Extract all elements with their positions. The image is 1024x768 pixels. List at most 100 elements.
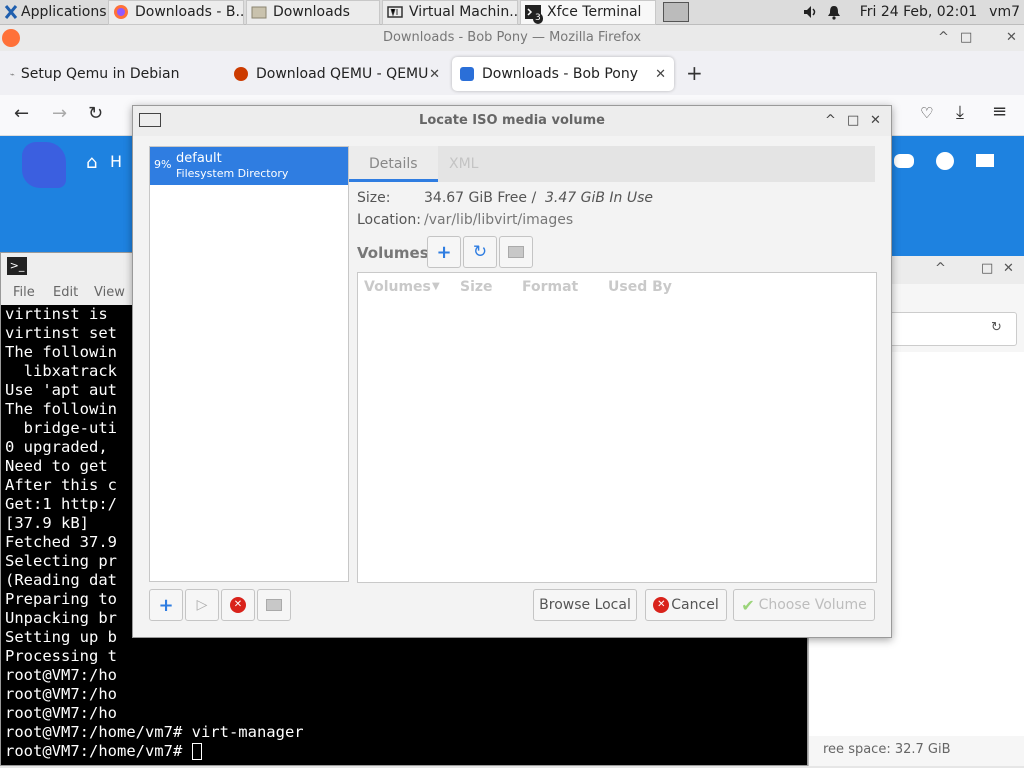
terminal-line: root@VM7:/home/vm7# virt-manager xyxy=(5,723,304,741)
workspace-icon xyxy=(663,2,689,22)
home-icon[interactable]: ⌂ xyxy=(86,152,97,173)
browse-local-button[interactable]: Browse Local xyxy=(533,589,637,621)
bob-pony-favicon-icon xyxy=(460,67,474,81)
pool-item-default[interactable]: 9% default Filesystem Directory xyxy=(150,147,348,185)
stop-pool-button[interactable]: ✕ xyxy=(221,589,255,621)
column-volumes[interactable]: Volumes xyxy=(364,279,431,295)
volume-icon[interactable] xyxy=(798,0,822,25)
dialog-minimize-icon[interactable]: ^ xyxy=(825,106,836,136)
tab-download-qemu[interactable]: Download QEMU - QEMU ✕ xyxy=(226,57,448,91)
virt-manager-icon xyxy=(387,4,403,20)
notification-bell-icon[interactable] xyxy=(822,0,850,25)
fm-close-icon[interactable]: ✕ xyxy=(1003,261,1014,276)
play-icon: ▷ xyxy=(196,597,208,613)
firefox-close-icon[interactable]: ✕ xyxy=(1006,25,1017,51)
column-format[interactable]: Format xyxy=(522,279,578,295)
dialog-close-icon[interactable]: ✕ xyxy=(870,106,881,136)
size-used-value: 3.47 GiB In Use xyxy=(545,190,654,206)
disk-delete-icon xyxy=(266,599,282,611)
task-label: Virtual Machin... xyxy=(409,4,518,20)
xfce-logo-icon xyxy=(4,4,18,20)
task-terminal[interactable]: 3 Xfce Terminal xyxy=(520,0,656,25)
volumes-label: Volumes xyxy=(357,244,429,262)
terminal-line: Processing t xyxy=(5,647,117,665)
new-tab-icon[interactable]: + xyxy=(686,61,703,85)
pool-details-pane: Details XML Size: 34.67 GiB Free / 3.47 … xyxy=(349,146,877,584)
tab-setup-qemu[interactable]: ⌁ Setup Qemu in Debian Li xyxy=(2,57,226,91)
terminal-line: root@VM7:/home/vm7# xyxy=(5,742,805,761)
delete-volume-button[interactable] xyxy=(499,236,533,268)
storage-pool-list: 9% default Filesystem Directory xyxy=(149,146,349,582)
disk-delete-icon xyxy=(508,246,524,258)
task-label: Downloads xyxy=(273,4,350,20)
firefox-maximize-icon[interactable]: □ xyxy=(960,25,972,51)
fm-minimize-icon[interactable]: ^ xyxy=(935,261,946,276)
discord-icon[interactable] xyxy=(894,154,914,168)
location-value: /var/lib/libvirt/images xyxy=(424,212,574,228)
tab-close-icon[interactable]: ✕ xyxy=(429,67,440,82)
task-firefox[interactable]: Downloads - B... xyxy=(108,0,244,25)
tab-xml[interactable]: XML xyxy=(429,146,498,182)
pocket-icon[interactable]: ♡ xyxy=(920,104,933,122)
choose-volume-label: Choose Volume xyxy=(758,597,867,613)
terminal-menu-file[interactable]: File xyxy=(13,285,35,300)
add-pool-button[interactable]: + xyxy=(149,589,183,621)
firefox-minimize-icon[interactable]: ^ xyxy=(938,25,949,51)
cancel-icon: ✕ xyxy=(653,597,670,613)
forward-icon[interactable]: → xyxy=(52,103,67,124)
choose-volume-button[interactable]: ✔ Choose Volume xyxy=(733,589,875,621)
back-icon[interactable]: ← xyxy=(14,103,29,124)
email-icon[interactable] xyxy=(976,154,994,167)
checkmark-icon: ✔ xyxy=(741,595,755,615)
refresh-volumes-button[interactable]: ↻ xyxy=(463,236,497,268)
task-badge: 3 xyxy=(533,12,543,24)
user-menu[interactable]: vm7 xyxy=(987,0,1024,25)
reload-icon[interactable]: ↻ xyxy=(88,103,103,124)
firefox-tabstrip: ⌁ Setup Qemu in Debian Li Download QEMU … xyxy=(0,51,1024,95)
tab-label: Setup Qemu in Debian Li xyxy=(20,66,181,82)
downloads-icon[interactable]: ⤓ xyxy=(956,102,964,123)
pool-usage-percent: 9% xyxy=(154,158,172,171)
delete-pool-button[interactable] xyxy=(257,589,291,621)
firefox-icon xyxy=(113,4,129,20)
dialog-titlebar: Locate ISO media volume ^ □ ✕ xyxy=(133,106,891,136)
start-pool-button[interactable]: ▷ xyxy=(185,589,219,621)
terminal-menu-edit[interactable]: Edit xyxy=(53,285,78,300)
sort-down-icon: ▼ xyxy=(432,281,440,292)
tab-close-icon[interactable]: ✕ xyxy=(655,67,666,82)
fm-free-space: ree space: 32.7 GiB xyxy=(823,742,951,757)
tab-downloads-bob-pony[interactable]: Downloads - Bob Pony ✕ xyxy=(452,57,674,91)
cancel-label: Cancel xyxy=(671,597,719,613)
terminal-menu-view[interactable]: View xyxy=(94,285,125,300)
size-free-value: 34.67 GiB Free / xyxy=(424,190,537,206)
pool-type: Filesystem Directory xyxy=(176,167,289,180)
plus-icon: + xyxy=(436,241,452,263)
task-label: Xfce Terminal xyxy=(547,4,642,20)
fm-maximize-icon[interactable]: □ xyxy=(981,261,993,276)
cancel-button[interactable]: ✕ Cancel xyxy=(645,589,727,621)
workspace-switcher[interactable] xyxy=(658,0,694,25)
terminal-line: root@VM7:/ho xyxy=(5,704,117,722)
task-file-manager[interactable]: Downloads xyxy=(246,0,380,25)
clock[interactable]: Fri 24 Feb, 02:01 xyxy=(850,0,987,25)
menu-icon[interactable]: ≡ xyxy=(992,101,1007,122)
applications-menu[interactable]: Applications xyxy=(0,0,108,25)
tab-details[interactable]: Details xyxy=(349,146,438,182)
volumes-table[interactable]: Volumes ▼ Size Format Used By xyxy=(357,272,877,583)
firefox-logo-icon xyxy=(2,29,20,47)
dialog-maximize-icon[interactable]: □ xyxy=(847,106,859,136)
top-panel: Applications Downloads - B... Downloads … xyxy=(0,0,1024,25)
github-icon[interactable] xyxy=(936,152,954,170)
terminal-app-icon: >_ xyxy=(7,257,27,275)
task-virt-manager[interactable]: Virtual Machin... xyxy=(382,0,518,25)
applications-label: Applications xyxy=(21,4,107,20)
add-volume-button[interactable]: + xyxy=(427,236,461,268)
location-label: Location: xyxy=(357,212,421,228)
task-label: Downloads - B... xyxy=(135,4,244,20)
home-link[interactable]: H xyxy=(110,152,122,171)
column-used-by[interactable]: Used By xyxy=(608,279,672,295)
site-favicon-icon: ⌁ xyxy=(10,69,15,79)
fm-reload-icon[interactable]: ↻ xyxy=(991,320,1002,335)
column-size[interactable]: Size xyxy=(460,279,493,295)
refresh-icon: ↻ xyxy=(472,242,488,262)
